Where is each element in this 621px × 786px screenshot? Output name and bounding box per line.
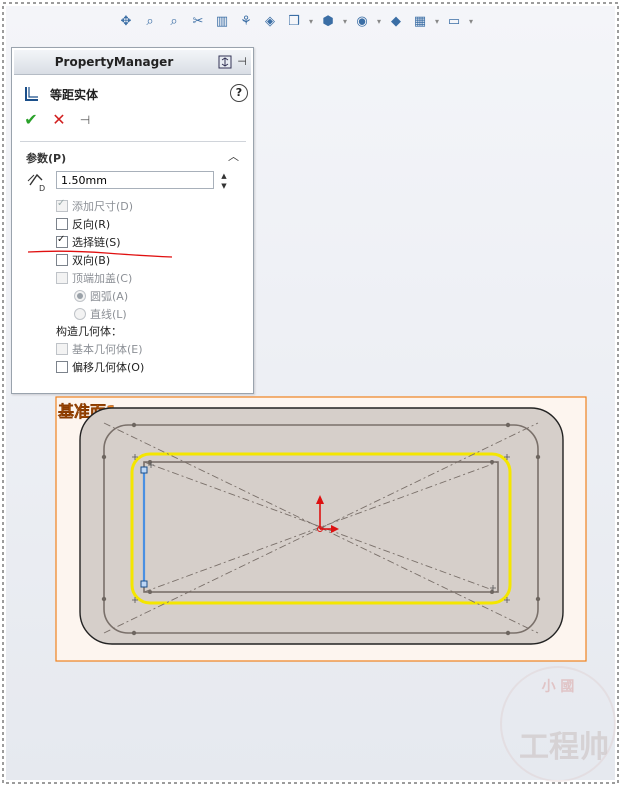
zoom-previous-icon[interactable]: ⌕ xyxy=(164,11,184,31)
help-icon[interactable]: ? xyxy=(230,84,248,102)
parameters-group-title[interactable]: 参数(P) xyxy=(26,150,66,166)
offset-entities-icon xyxy=(25,87,38,101)
reverse-option: 反向(R) xyxy=(56,216,110,232)
reverse-label: 反向(R) xyxy=(72,218,111,231)
hide-show-icon[interactable]: ❒ xyxy=(284,11,304,31)
base-geometry-label: 基本几何体(E) xyxy=(72,343,143,356)
add-dimensions-label: 添加尺寸(D) xyxy=(72,200,134,213)
offset-geometry-label: 偏移几何体(O) xyxy=(72,361,145,374)
offset-geometry-option: 偏移几何体(O) xyxy=(56,359,144,375)
cap-arc-radio[interactable] xyxy=(74,290,86,302)
base-geometry-checkbox[interactable] xyxy=(56,343,68,355)
svg-text:D: D xyxy=(39,184,45,193)
cap-line-label: 直线(L) xyxy=(90,308,127,321)
offset-distance-input[interactable] xyxy=(56,171,214,189)
selected-endpoint-top[interactable] xyxy=(140,466,148,474)
selected-endpoint-bottom[interactable] xyxy=(140,580,148,588)
zoom-fit-icon[interactable]: ✥ xyxy=(116,11,136,31)
dropdown-arrow-icon[interactable]: ▾ xyxy=(468,11,474,31)
dropdown-arrow-icon[interactable]: ▾ xyxy=(376,11,382,31)
outer-body-outline xyxy=(79,407,564,645)
watermark-seal: 小 國 工程帅 xyxy=(500,666,616,782)
dropdown-arrow-icon[interactable]: ▾ xyxy=(342,11,348,31)
section-view-icon[interactable]: ✂ xyxy=(188,11,208,31)
hide-items-icon[interactable]: ◉ xyxy=(352,11,372,31)
divider xyxy=(20,141,246,142)
expand-panel-icon[interactable] xyxy=(218,55,232,69)
cap-arc-label: 圆弧(A) xyxy=(90,290,129,303)
dropdown-arrow-icon[interactable]: ▾ xyxy=(434,11,440,31)
keep-visible-pin-icon[interactable]: ⊣ xyxy=(76,111,94,129)
zoom-area-icon[interactable]: ⌕ xyxy=(140,11,160,31)
heads-up-toolbar: ✥ ⌕ ⌕ ✂ ▥ ⚘ ◈ ❒ ▾ ⬢ ▾ ◉ ▾ ◆ ▦ ▾ ▭ ▾ xyxy=(116,10,474,32)
add-dimensions-option: 添加尺寸(D) xyxy=(56,198,133,214)
appearance-icon[interactable]: ◆ xyxy=(386,11,406,31)
offset-distance-icon: D xyxy=(27,173,45,193)
reverse-checkbox[interactable] xyxy=(56,218,68,230)
base-geometry-option: 基本几何体(E) xyxy=(56,341,143,357)
cap-line-option: 直线(L) xyxy=(74,306,127,322)
construction-geometry-label: 构造几何体： xyxy=(56,325,122,338)
cap-line-radio[interactable] xyxy=(74,308,86,320)
ok-button[interactable]: ✔ xyxy=(22,111,40,129)
watermark-top-text: 小 國 xyxy=(541,679,575,695)
cap-ends-checkbox[interactable] xyxy=(56,272,68,284)
pin-icon[interactable]: ⊣ xyxy=(235,55,249,69)
dynamic-annotation-icon[interactable]: ▥ xyxy=(212,11,232,31)
add-dimensions-checkbox[interactable] xyxy=(56,198,68,212)
offset-geometry-checkbox[interactable] xyxy=(56,361,68,373)
watermark-main-text: 工程帅 xyxy=(519,730,609,765)
cancel-button[interactable]: ✕ xyxy=(50,111,68,129)
property-manager-panel: PropertyManager ⊣ 等距实体 ? ✔ ✕ ⊣ 参数(P) ︿ D… xyxy=(11,47,254,394)
distance-spinner[interactable]: ▲ ▼ xyxy=(218,171,230,191)
cube-view-icon[interactable]: ⬢ xyxy=(318,11,338,31)
view-orientation-icon[interactable]: ⚘ xyxy=(236,11,256,31)
property-manager-title: PropertyManager xyxy=(54,55,174,69)
feature-title-row: 等距实体 ? xyxy=(20,84,248,104)
property-manager-header: PropertyManager ⊣ xyxy=(14,50,251,75)
cap-ends-option: 顶端加盖(C) xyxy=(56,270,132,286)
annotation-underline xyxy=(27,250,173,258)
view-settings-icon[interactable]: ▭ xyxy=(444,11,464,31)
display-style-icon[interactable]: ◈ xyxy=(260,11,280,31)
cap-ends-label: 顶端加盖(C) xyxy=(72,272,133,285)
dropdown-arrow-icon[interactable]: ▾ xyxy=(308,11,314,31)
collapse-chevron-icon[interactable]: ︿ xyxy=(228,148,239,164)
cap-arc-option: 圆弧(A) xyxy=(74,288,128,304)
sketch-canvas[interactable]: 基准面1 xyxy=(50,391,590,666)
feature-name: 等距实体 xyxy=(50,88,99,102)
scene-icon[interactable]: ▦ xyxy=(410,11,430,31)
